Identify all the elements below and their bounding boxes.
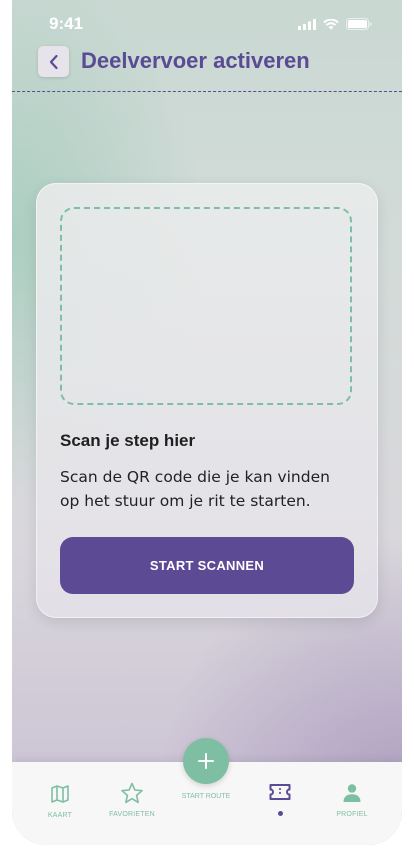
chevron-left-icon [49, 54, 58, 69]
qr-scan-frame [60, 207, 352, 405]
page-title: Deelvervoer activeren [81, 48, 310, 73]
start-route-button[interactable] [183, 738, 229, 784]
plus-icon [198, 753, 214, 769]
battery-icon [346, 18, 372, 30]
tab-label-kaart: KAART [47, 812, 73, 819]
signal-icon [298, 18, 316, 30]
tab-profiel[interactable]: PROFIEL [317, 762, 387, 845]
app-screen: 9:41 Deelvervoer activeren Scan je step … [12, 0, 402, 845]
back-button[interactable] [38, 46, 69, 77]
ticket-icon [269, 784, 291, 800]
status-bar: 9:41 [12, 0, 402, 50]
scan-title: Scan je step hier [60, 431, 196, 450]
start-route-label: START ROUTE [181, 793, 231, 800]
tab-favorieten[interactable]: FAVORIETEN [97, 762, 167, 845]
tab-tickets[interactable] [245, 762, 315, 845]
start-scan-button[interactable]: START SCANNEN [60, 537, 354, 594]
map-icon [51, 785, 69, 803]
header: Deelvervoer activeren [12, 44, 402, 92]
person-icon [343, 784, 361, 802]
status-time: 9:41 [49, 14, 84, 33]
scan-description: Scan de QR code die je kan vinden op het… [60, 468, 330, 510]
status-icons [298, 18, 372, 30]
active-tab-indicator [278, 811, 283, 816]
scan-card: Scan je step hier Scan de QR code die je… [36, 183, 378, 618]
tab-label-profiel: PROFIEL [336, 811, 368, 818]
star-icon [121, 782, 143, 804]
tab-kaart[interactable]: KAART [25, 762, 95, 845]
tab-label-favorieten: FAVORIETEN [109, 811, 155, 818]
wifi-icon [323, 18, 339, 29]
header-divider [12, 91, 402, 92]
